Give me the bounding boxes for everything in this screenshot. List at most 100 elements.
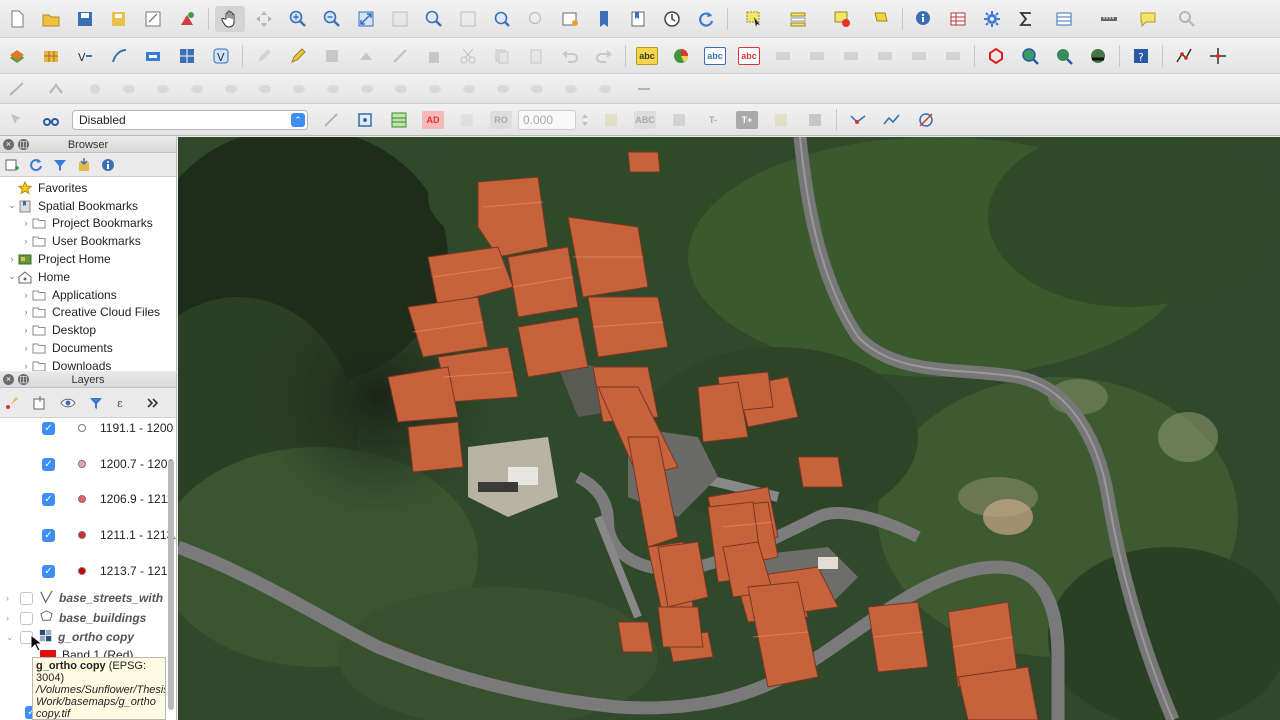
- float-panel-icon[interactable]: ◫: [18, 374, 29, 385]
- expand-arrow-icon[interactable]: ⌄: [6, 632, 20, 643]
- label-tool-abc[interactable]: abc: [632, 43, 662, 69]
- add-spatialite-icon[interactable]: V: [206, 43, 236, 69]
- move-label-icon[interactable]: [768, 43, 798, 69]
- browser-item-project-home[interactable]: › Project Home: [0, 250, 176, 268]
- trim-extend-icon[interactable]: [590, 76, 620, 102]
- refresh-icon[interactable]: [691, 6, 721, 32]
- vertex-tool-icon[interactable]: [385, 43, 415, 69]
- browser-item-home[interactable]: ⌄ Home: [0, 268, 176, 286]
- browser-item-favorites[interactable]: Favorites: [0, 179, 176, 197]
- select-features-icon[interactable]: [734, 6, 774, 32]
- show-hide-labels-icon[interactable]: [870, 43, 900, 69]
- deselect-features-icon[interactable]: [822, 6, 862, 32]
- map-canvas[interactable]: [178, 137, 1280, 720]
- new-map-view-icon[interactable]: [555, 6, 585, 32]
- simplify-feature-icon[interactable]: [114, 76, 144, 102]
- snap-on-intersection-icon[interactable]: [452, 107, 482, 133]
- select-by-expression-icon[interactable]: [778, 6, 818, 32]
- crosshair-icon[interactable]: [1203, 43, 1233, 69]
- pin-diagram-icon[interactable]: [904, 43, 934, 69]
- avoid-overlap[interactable]: RO: [486, 107, 516, 133]
- add-vector-layer-icon[interactable]: [2, 43, 32, 69]
- browser-item-project-bookmarks[interactable]: › Project Bookmarks: [0, 215, 176, 233]
- split-parts-icon[interactable]: [420, 76, 450, 102]
- fill-ring-icon[interactable]: [216, 76, 246, 102]
- snap-to-segment-icon[interactable]: [350, 107, 380, 133]
- legend-class-row[interactable]: ✓ 1200.7 - 1206: [42, 456, 174, 472]
- expand-arrow-icon[interactable]: ›: [6, 613, 20, 623]
- more-tools-icon[interactable]: [144, 395, 160, 411]
- offset-curve-icon[interactable]: [352, 76, 382, 102]
- zoom-layer-icon[interactable]: [419, 6, 449, 32]
- curve-tool-icon[interactable]: [877, 107, 907, 133]
- copy-features-icon[interactable]: [487, 43, 517, 69]
- snap-type-icon[interactable]: [664, 107, 694, 133]
- merge-attributes-icon[interactable]: [488, 76, 518, 102]
- style-manager-icon[interactable]: [172, 6, 202, 32]
- change-label-icon[interactable]: [836, 43, 866, 69]
- identify-features-icon[interactable]: [909, 6, 939, 32]
- close-panel-icon[interactable]: ×: [3, 139, 14, 150]
- cut-features-icon[interactable]: [453, 43, 483, 69]
- snap-pointer-icon[interactable]: [2, 107, 32, 133]
- offset-point-icon[interactable]: [556, 76, 586, 102]
- redo-icon[interactable]: [589, 43, 619, 69]
- collapse-all-icon[interactable]: [76, 157, 92, 173]
- zoom-native-icon[interactable]: [453, 6, 483, 32]
- delete-part-icon[interactable]: [284, 76, 314, 102]
- diagram-options-icon[interactable]: [666, 43, 696, 69]
- zoom-in-icon[interactable]: [283, 6, 313, 32]
- new-bookmark-icon[interactable]: [589, 6, 619, 32]
- add-ring-tool-icon[interactable]: [148, 76, 178, 102]
- text-minus[interactable]: T-: [698, 107, 728, 133]
- collapsed-arrow-icon[interactable]: ›: [20, 236, 32, 246]
- reverse-line-icon[interactable]: [624, 76, 664, 102]
- undo-icon[interactable]: [555, 43, 585, 69]
- expanded-arrow-icon[interactable]: ⌄: [6, 200, 18, 211]
- collapsed-arrow-icon[interactable]: ›: [20, 343, 32, 353]
- enable-snapping-icon[interactable]: [36, 107, 66, 133]
- refresh-browser-icon[interactable]: [28, 157, 44, 173]
- snap-units-icon[interactable]: [596, 107, 626, 133]
- move-diagram-icon[interactable]: [938, 43, 968, 69]
- filter-legend-icon[interactable]: [88, 395, 104, 411]
- temporal-clock-icon[interactable]: [657, 6, 687, 32]
- browser-item-documents[interactable]: › Documents: [0, 339, 176, 357]
- float-panel-icon[interactable]: ◫: [18, 139, 29, 150]
- split-features-icon[interactable]: [386, 76, 416, 102]
- browser-item-creative-cloud-files[interactable]: › Creative Cloud Files: [0, 304, 176, 322]
- delete-selected-icon[interactable]: [419, 43, 449, 69]
- processing-gear-icon[interactable]: [977, 6, 1007, 32]
- collapsed-arrow-icon[interactable]: ›: [20, 325, 32, 335]
- new-project-icon[interactable]: [2, 6, 32, 32]
- filter-browser-icon[interactable]: [52, 157, 68, 173]
- move-feature-icon[interactable]: [36, 76, 76, 102]
- zoom-selection-icon[interactable]: [385, 6, 415, 32]
- show-bookmarks-icon[interactable]: [623, 6, 653, 32]
- layer-visibility-checkbox[interactable]: ✓: [42, 528, 55, 542]
- collapsed-arrow-icon[interactable]: ›: [20, 290, 32, 300]
- pan-to-selection-icon[interactable]: [249, 6, 279, 32]
- add-feature-icon[interactable]: [351, 43, 381, 69]
- collapsed-arrow-icon[interactable]: ›: [20, 361, 32, 371]
- collapsed-arrow-icon[interactable]: ›: [20, 307, 32, 317]
- map-tips-icon[interactable]: [1133, 6, 1163, 32]
- zoom-full-icon[interactable]: [351, 6, 381, 32]
- osm-plugin-icon[interactable]: [1083, 43, 1113, 69]
- layer-visibility-checkbox[interactable]: ✓: [42, 421, 55, 435]
- save-as-icon[interactable]: [104, 6, 134, 32]
- rotate-feature-icon[interactable]: [80, 76, 110, 102]
- filter-expression-icon[interactable]: ε: [116, 395, 132, 411]
- legend-class-row[interactable]: ✓ 1211.1 - 1213.: [42, 527, 177, 543]
- select-location-icon[interactable]: [866, 6, 896, 32]
- locator-search-icon[interactable]: [1167, 6, 1207, 32]
- open-layer-styling-icon[interactable]: [4, 395, 20, 411]
- print-layout-icon[interactable]: [138, 6, 168, 32]
- paste-features-icon[interactable]: [521, 43, 551, 69]
- snapping-mode-select[interactable]: Disabled ⌃: [72, 109, 308, 130]
- layer-visibility-checkbox[interactable]: [20, 591, 33, 605]
- add-ring-icon[interactable]: [981, 43, 1011, 69]
- topological-editing[interactable]: AD: [418, 107, 448, 133]
- globe-search-icon[interactable]: [1015, 43, 1045, 69]
- help-icon[interactable]: ?: [1126, 43, 1156, 69]
